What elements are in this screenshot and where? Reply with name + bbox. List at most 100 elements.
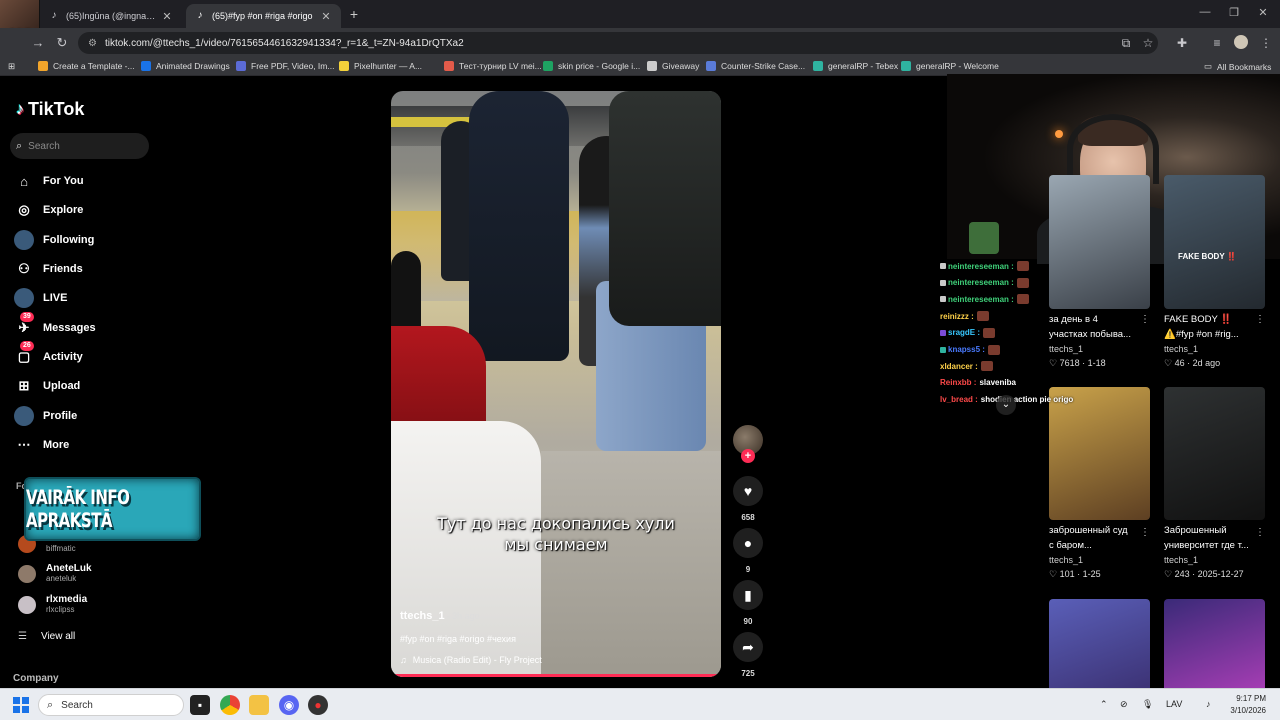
video-thumbnail[interactable]	[1164, 599, 1265, 699]
search-input[interactable]: ⌕ Search	[10, 133, 149, 159]
video-card[interactable]: заброшенный суд с баром... ttechs_1 ♡ 101 ·…	[1049, 387, 1150, 581]
minimize-icon[interactable]: —	[1196, 6, 1214, 18]
forward-icon[interactable]: →	[30, 35, 46, 50]
video-card[interactable]	[1164, 175, 1265, 309]
bookmark-item[interactable]: skin price - Google i...	[543, 61, 640, 71]
taskbar-clock[interactable]: 9:17 PM 3/10/2026	[1222, 693, 1266, 717]
more-options-icon[interactable]: ⋮	[1140, 527, 1150, 538]
video-card[interactable]	[1164, 599, 1265, 699]
bookmark-item[interactable]: generalRP - Tebex	[813, 61, 898, 71]
browser-profile-avatar[interactable]	[1234, 35, 1248, 49]
sidebar-item-friends[interactable]: ⚇ Friends	[14, 259, 83, 279]
bookmark-item[interactable]: Counter-Strike Case...	[706, 61, 805, 71]
apps-icon[interactable]: ⊞	[8, 61, 15, 72]
video-figure-police	[469, 91, 569, 361]
all-bookmarks-button[interactable]: ▭ All Bookmarks	[1204, 61, 1271, 72]
view-all-button[interactable]: ☰ View all	[18, 631, 75, 642]
video-card[interactable]	[1049, 599, 1150, 699]
windows-start-icon[interactable]	[13, 697, 29, 713]
more-options-icon[interactable]: ⋮	[1255, 527, 1265, 538]
discord-icon[interactable]: ◉	[279, 695, 299, 715]
video-card-info[interactable]: за день в 4 участках побыва... ttechs_1 ♡ 7…	[1049, 309, 1150, 370]
video-thumbnail[interactable]	[1164, 175, 1265, 309]
video-player[interactable]: Тут до нас докопались хули мы снимаем tt…	[391, 91, 721, 677]
network-icon[interactable]: ⊘	[1120, 699, 1128, 710]
bookmark-item[interactable]: Free PDF, Video, Im...	[236, 61, 334, 71]
live-icon	[14, 288, 34, 308]
comment-button[interactable]: ● 9	[733, 528, 763, 574]
volume-icon[interactable]: ♪	[1206, 699, 1211, 709]
close-icon[interactable]: ✕	[160, 10, 174, 23]
follow-plus-icon[interactable]: +	[741, 449, 755, 463]
close-icon[interactable]: ✕	[319, 10, 333, 23]
app-icon[interactable]: ●	[308, 695, 328, 715]
chat-message: neintereseeman :	[940, 261, 1029, 271]
bookmark-item[interactable]: Create a Template -...	[38, 61, 135, 71]
video-author[interactable]: ttechs_1 · 3h ago	[400, 610, 480, 622]
video-progress-bar[interactable]	[391, 674, 721, 677]
tray-overflow-icon[interactable]: ⌃	[1100, 699, 1108, 710]
more-options-icon[interactable]: ⋮	[1255, 314, 1265, 325]
video-hashtags[interactable]: #fyp #on #riga #origo #чехия	[400, 634, 516, 644]
close-window-icon[interactable]: ✕	[1254, 6, 1272, 19]
share-button[interactable]: ➦ 725	[733, 632, 763, 678]
chat-emote-icon	[987, 344, 1000, 355]
sidebar-item-for-you[interactable]: ⌂ For You	[14, 171, 83, 191]
sidebar-item-profile[interactable]: Profile	[14, 406, 77, 426]
chat-message: neintereseeman :	[940, 294, 1029, 305]
file-explorer-icon[interactable]	[249, 695, 269, 715]
sidebar-item-activity[interactable]: ▢ 26 Activity	[14, 341, 83, 367]
extensions-icon[interactable]: ✚	[1174, 36, 1190, 50]
chevron-down-icon[interactable]: ⌄	[996, 395, 1016, 415]
task-view-icon[interactable]: ▪	[190, 695, 210, 715]
account-handle: rlxclipss	[46, 605, 75, 614]
chat-username: Reinxbb :	[940, 377, 977, 387]
bookmark-item[interactable]: Pixelhunter — A...	[339, 61, 422, 71]
browser-tab-2[interactable]: ♪ (65)#fyp #on #riga #origo ✕	[186, 4, 341, 28]
cast-icon[interactable]: ⧉	[1118, 36, 1134, 51]
chrome-icon[interactable]	[220, 695, 240, 715]
following-account[interactable]: rlxmedia rlxclipss	[18, 594, 87, 615]
media-control-icon[interactable]: ≡	[1209, 36, 1225, 50]
maximize-icon[interactable]: ❐	[1225, 6, 1243, 19]
card-title: участках побыва...	[1049, 329, 1131, 340]
bookmark-star-icon[interactable]: ☆	[1140, 36, 1156, 50]
share-icon: ➦	[733, 632, 763, 662]
company-link[interactable]: Company	[13, 673, 59, 684]
bookmark-item[interactable]: Тест-турнир LV mei...	[444, 61, 542, 71]
video-thumbnail[interactable]	[1049, 599, 1150, 699]
microphone-icon[interactable]: 🎙	[1142, 699, 1153, 710]
new-tab-button[interactable]: +	[346, 6, 362, 22]
reload-icon[interactable]: ↻	[54, 35, 70, 51]
like-button[interactable]: ♥ 658	[733, 476, 763, 522]
sidebar-item-more[interactable]: ⋯ More	[14, 435, 70, 455]
sidebar-item-following[interactable]: Following	[14, 230, 94, 250]
language-indicator[interactable]: LAV	[1166, 699, 1182, 709]
video-card[interactable]: Заброшенный университет где т... ttechs_1 ♡…	[1164, 387, 1265, 581]
following-account[interactable]: AneteLuk aneteluk	[18, 563, 92, 584]
bookmark-item[interactable]: generalRP - Welcome	[901, 61, 999, 71]
video-thumbnail[interactable]	[1049, 387, 1150, 520]
card-title: за день в 4	[1049, 314, 1098, 325]
site-info-icon[interactable]: ⚙	[88, 38, 97, 49]
video-card[interactable]	[1049, 175, 1150, 309]
address-bar[interactable]: ⚙ tiktok.com/@ttechs_1/video/76156544616…	[78, 32, 1158, 54]
browser-tab-1[interactable]: ♪ (65)Ingūna (@ingna85)'s video ✕	[40, 4, 182, 28]
sidebar-item-messages[interactable]: ✈ 39 Messages	[14, 312, 96, 338]
video-card-info[interactable]: FAKE BODY ‼️ ⚠️#fyp #on #rig... ttechs_1 ♡ …	[1164, 309, 1265, 370]
video-thumbnail[interactable]	[1164, 387, 1265, 520]
sidebar-item-upload[interactable]: ⊞ Upload	[14, 376, 81, 396]
sidebar-item-label: Following	[43, 234, 95, 246]
tiktok-logo[interactable]: ♪ TikTok	[16, 99, 84, 120]
menu-icon[interactable]: ⋮	[1258, 36, 1274, 50]
sidebar-item-live[interactable]: LIVE	[14, 288, 67, 308]
bookmark-item[interactable]: Animated Drawings	[141, 61, 230, 71]
save-button[interactable]: ▮ 90	[733, 580, 763, 626]
bookmark-item[interactable]: Giveaway	[647, 61, 699, 71]
more-options-icon[interactable]: ⋮	[1140, 314, 1150, 325]
video-music[interactable]: ♫ Musica (Radio Edit) - Fly Project	[400, 655, 542, 665]
comment-icon: ●	[733, 528, 763, 558]
sidebar-item-explore[interactable]: ◎ Explore	[14, 200, 83, 220]
taskbar-search[interactable]: ⌕ Search	[38, 694, 184, 716]
video-thumbnail[interactable]	[1049, 175, 1150, 309]
